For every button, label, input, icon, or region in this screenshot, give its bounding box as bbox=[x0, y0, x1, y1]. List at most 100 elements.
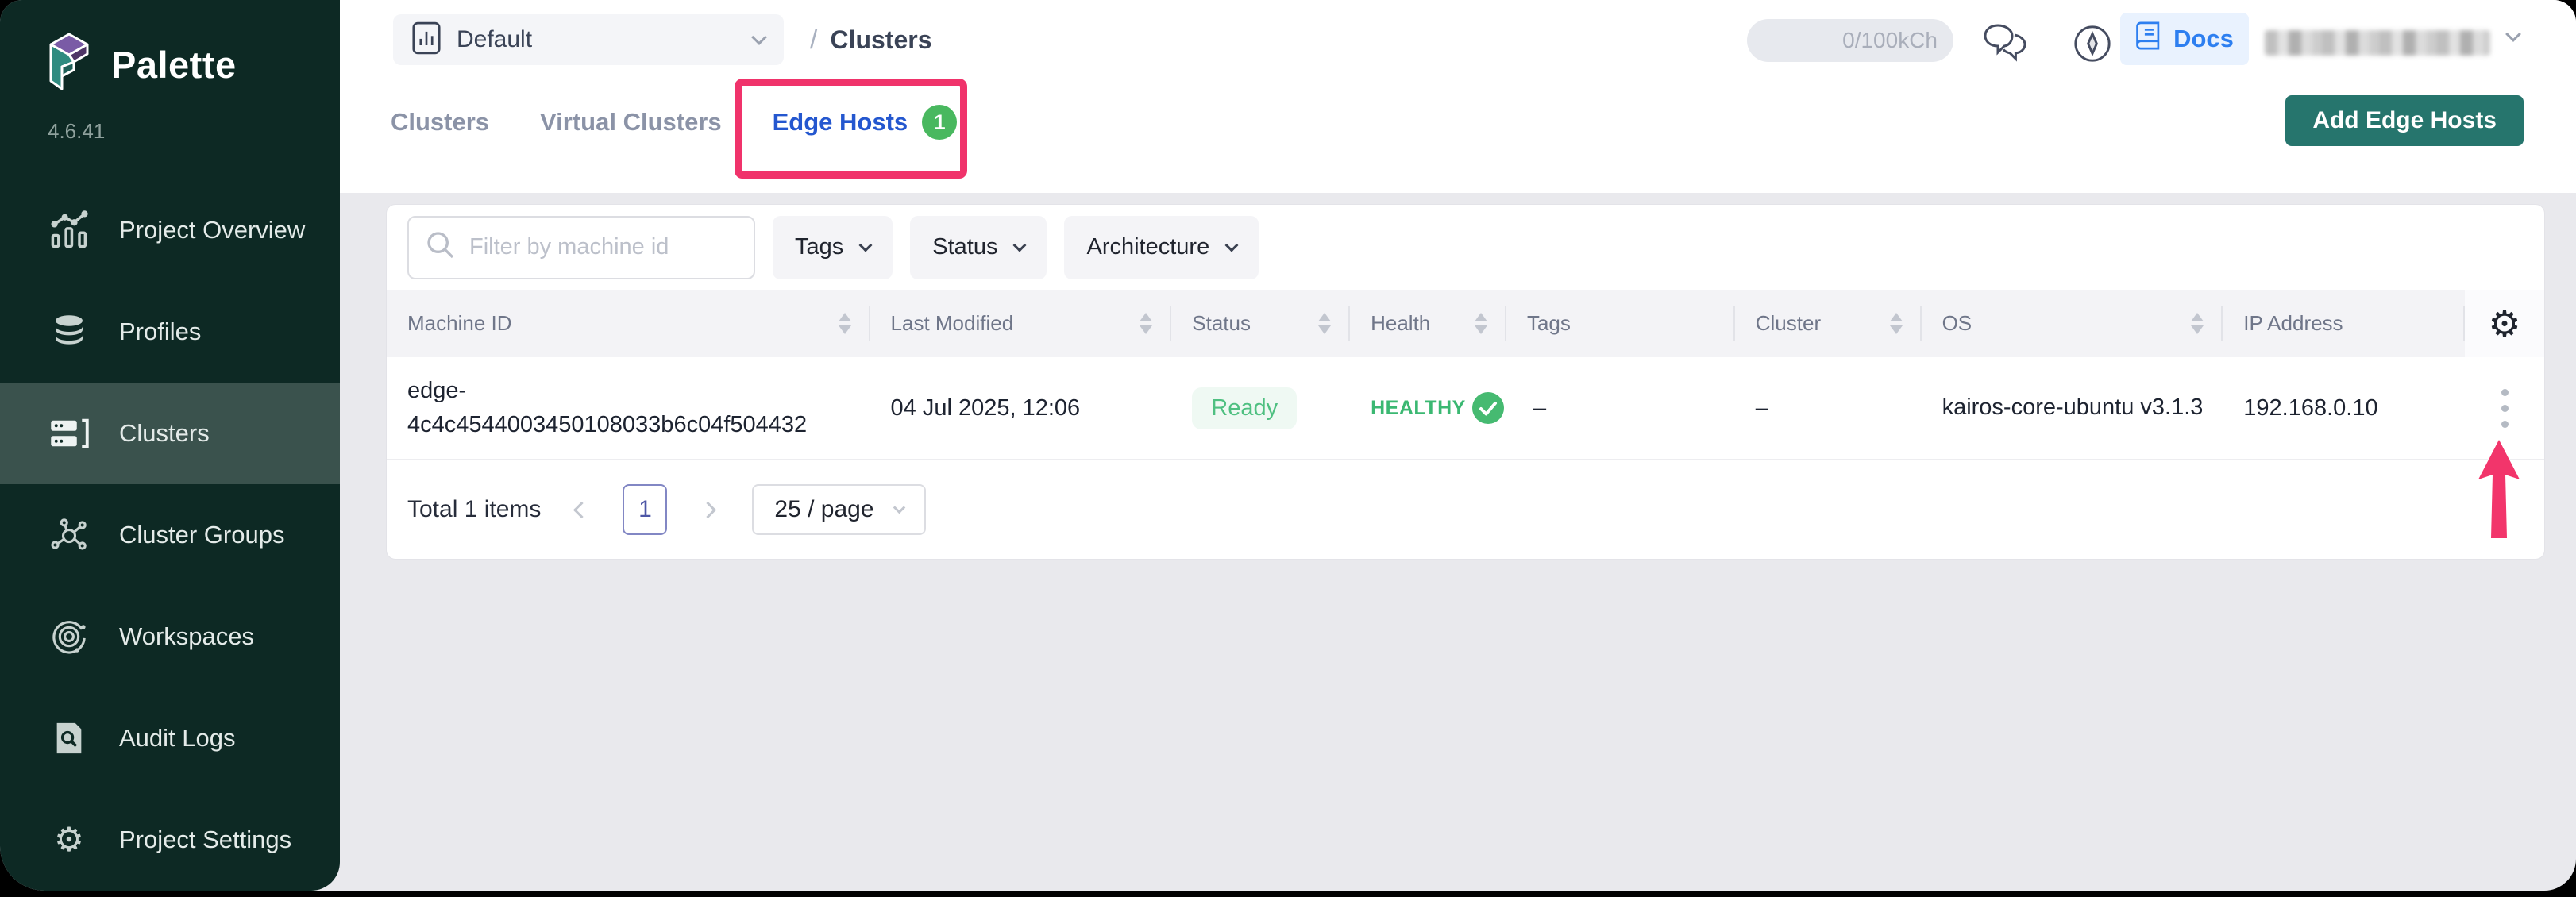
cluster-value: – bbox=[1756, 395, 1768, 422]
status-filter-dropdown[interactable]: Status bbox=[910, 216, 1047, 279]
cell-status: Ready bbox=[1171, 357, 1350, 459]
bar-chart-icon bbox=[412, 21, 441, 59]
table-header: Machine ID Last Modified Status Health T… bbox=[387, 290, 2544, 357]
cell-tags: – bbox=[1506, 357, 1735, 459]
add-edge-hosts-button[interactable]: Add Edge Hosts bbox=[2285, 95, 2524, 146]
sidebar-item-project-overview[interactable]: Project Overview bbox=[0, 179, 340, 281]
column-label: Status bbox=[1192, 311, 1251, 336]
chat-icon[interactable] bbox=[1982, 21, 2028, 69]
tab-edge-hosts-label: Edge Hosts bbox=[773, 108, 908, 137]
sidebar-item-label: Cluster Groups bbox=[119, 521, 284, 549]
status-filter-label: Status bbox=[932, 234, 997, 260]
sort-icon[interactable] bbox=[1475, 313, 1487, 334]
architecture-filter-label: Architecture bbox=[1086, 234, 1209, 260]
sidebar-item-label: Audit Logs bbox=[119, 724, 236, 753]
column-label: Last Modified bbox=[891, 311, 1014, 336]
ip-address-value: 192.168.0.10 bbox=[2243, 395, 2377, 422]
gear-icon: ⚙ bbox=[46, 823, 92, 857]
filter-bar: Tags Status Architecture bbox=[387, 205, 2544, 290]
sidebar-item-label: Clusters bbox=[119, 419, 210, 448]
sidebar: Palette 4.6.41 Project Overview bbox=[0, 0, 340, 891]
column-label: OS bbox=[1942, 311, 1972, 336]
tab-virtual-clusters[interactable]: Virtual Clusters bbox=[540, 108, 722, 137]
column-settings-button[interactable]: ⚙ bbox=[2465, 290, 2544, 357]
sidebar-nav: Project Overview Profiles bbox=[0, 179, 340, 891]
chevron-down-icon bbox=[1225, 238, 1239, 252]
usage-meter: 0/100kCh bbox=[1747, 19, 1953, 62]
tab-edge-hosts[interactable]: Edge Hosts 1 bbox=[773, 105, 958, 140]
tags-filter-dropdown[interactable]: Tags bbox=[773, 216, 893, 279]
cell-ip-address: 192.168.0.10 bbox=[2223, 357, 2465, 459]
tabs: Clusters Virtual Clusters Edge Hosts 1 bbox=[391, 94, 957, 151]
sidebar-item-audit-logs[interactable]: Audit Logs bbox=[0, 687, 340, 789]
page-title: Clusters bbox=[830, 25, 931, 55]
sidebar-item-cluster-groups[interactable]: Cluster Groups bbox=[0, 484, 340, 586]
project-selector[interactable]: Default bbox=[393, 14, 784, 65]
app-version: 4.6.41 bbox=[48, 119, 105, 144]
column-ip-address: IP Address bbox=[2223, 290, 2465, 357]
check-circle-icon bbox=[1471, 391, 1505, 425]
user-name-redacted[interactable] bbox=[2265, 30, 2490, 56]
column-label: Health bbox=[1371, 311, 1430, 336]
column-label: IP Address bbox=[2243, 311, 2343, 336]
column-os: OS bbox=[1922, 290, 2223, 357]
sidebar-item-clusters[interactable]: Clusters bbox=[0, 383, 340, 484]
status-badge: Ready bbox=[1192, 387, 1297, 429]
docs-label: Docs bbox=[2173, 25, 2234, 53]
sidebar-item-label: Project Overview bbox=[119, 216, 305, 244]
workspaces-icon bbox=[46, 617, 92, 656]
table-row[interactable]: edge-4c4c4544003450108033b6c04f504432 04… bbox=[387, 357, 2544, 460]
cell-machine-id: edge-4c4c4544003450108033b6c04f504432 bbox=[387, 357, 870, 459]
cell-os: kairos-core-ubuntu v3.1.3 bbox=[1922, 357, 2223, 459]
tags-value: – bbox=[1533, 395, 1546, 422]
breadcrumb-separator: / bbox=[810, 25, 817, 56]
chevron-down-icon bbox=[751, 29, 767, 45]
column-label: Tags bbox=[1527, 311, 1571, 336]
compass-icon[interactable] bbox=[2073, 24, 2112, 67]
edge-hosts-count-badge: 1 bbox=[922, 105, 957, 140]
header: Default / Clusters 0/100kCh bbox=[340, 0, 2576, 193]
chevron-down-icon bbox=[893, 501, 905, 514]
chevron-down-icon bbox=[859, 238, 873, 252]
architecture-filter-dropdown[interactable]: Architecture bbox=[1064, 216, 1259, 279]
previous-page-button[interactable] bbox=[573, 501, 590, 518]
sidebar-item-label: Project Settings bbox=[119, 826, 291, 854]
chevron-down-icon bbox=[1013, 238, 1027, 252]
column-last-modified: Last Modified bbox=[870, 290, 1172, 357]
app-name: Palette bbox=[111, 43, 237, 87]
os-value: kairos-core-ubuntu v3.1.3 bbox=[1942, 391, 2204, 425]
row-actions-menu[interactable] bbox=[2465, 357, 2544, 459]
cell-cluster: – bbox=[1735, 357, 1922, 459]
user-menu-chevron-icon[interactable] bbox=[2505, 26, 2521, 42]
pagination-total: Total 1 items bbox=[407, 496, 541, 523]
sort-icon[interactable] bbox=[839, 313, 851, 334]
sidebar-item-project-settings[interactable]: ⚙ Project Settings bbox=[0, 789, 340, 891]
add-edge-hosts-label: Add Edge Hosts bbox=[2312, 107, 2497, 134]
logo[interactable]: Palette bbox=[44, 30, 237, 99]
sort-icon[interactable] bbox=[1318, 313, 1331, 334]
next-page-button[interactable] bbox=[700, 501, 716, 518]
pagination: Total 1 items 1 25 / page bbox=[387, 460, 2544, 559]
project-overview-icon bbox=[46, 210, 92, 251]
machine-id-value: edge-4c4c4544003450108033b6c04f504432 bbox=[407, 374, 836, 443]
docs-button[interactable]: Docs bbox=[2120, 13, 2249, 65]
search-input[interactable] bbox=[469, 234, 738, 260]
sidebar-item-workspaces[interactable]: Workspaces bbox=[0, 586, 340, 687]
edge-hosts-panel: Tags Status Architecture Machine ID bbox=[386, 204, 2545, 560]
palette-logo-icon bbox=[44, 30, 94, 99]
sidebar-item-profiles[interactable]: Profiles bbox=[0, 281, 340, 383]
column-status: Status bbox=[1171, 290, 1350, 357]
breadcrumb: / Clusters bbox=[810, 14, 932, 65]
sort-icon[interactable] bbox=[2191, 313, 2204, 334]
health-value: HEALTHY bbox=[1371, 397, 1466, 420]
page-number[interactable]: 1 bbox=[623, 484, 667, 535]
sort-icon[interactable] bbox=[1890, 313, 1903, 334]
tab-clusters[interactable]: Clusters bbox=[391, 108, 489, 137]
machine-id-search[interactable] bbox=[407, 216, 755, 279]
clusters-icon bbox=[46, 413, 92, 454]
last-modified-value: 04 Jul 2025, 12:06 bbox=[891, 395, 1081, 422]
sidebar-item-label: Workspaces bbox=[119, 622, 254, 651]
sort-icon[interactable] bbox=[1140, 313, 1152, 334]
page-size-selector[interactable]: 25 / page bbox=[752, 484, 925, 535]
tags-filter-label: Tags bbox=[795, 234, 843, 260]
